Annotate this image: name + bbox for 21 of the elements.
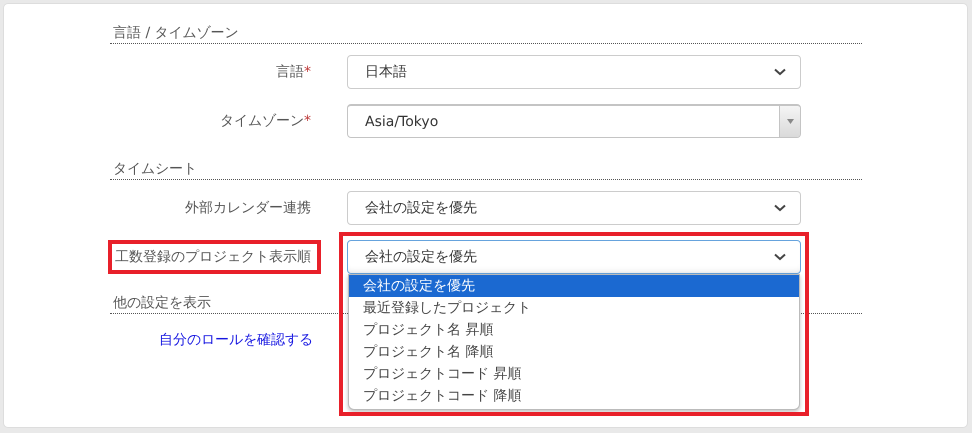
select-field[interactable]: 日本語 bbox=[347, 55, 801, 89]
section-title: 言語 / タイムゾーン bbox=[110, 24, 862, 44]
select-field[interactable]: 会社の設定を優先 bbox=[347, 191, 801, 225]
select-field[interactable]: 会社の設定を優先 bbox=[347, 240, 801, 274]
select-field[interactable]: Asia/Tokyo bbox=[347, 104, 801, 138]
dropdown-option[interactable]: プロジェクトコード 降順 bbox=[349, 385, 799, 407]
dropdown-option[interactable]: プロジェクト名 降順 bbox=[349, 341, 799, 363]
chevron-down-icon bbox=[774, 68, 786, 76]
role-link[interactable]: 自分のロールを確認する bbox=[159, 332, 313, 348]
field-label: タイムゾーン* bbox=[219, 112, 312, 131]
chevron-down-icon bbox=[774, 253, 786, 261]
dropdown-option[interactable]: プロジェクト名 昇順 bbox=[349, 319, 799, 341]
dropdown-option[interactable]: 会社の設定を優先 bbox=[349, 275, 799, 297]
field-label: 外部カレンダー連携 bbox=[184, 199, 312, 218]
field-label: 工数登録のプロジェクト表示順 bbox=[111, 243, 318, 271]
field-label: 言語* bbox=[275, 63, 312, 82]
section-title: タイムシート bbox=[110, 160, 862, 180]
chevron-down-icon bbox=[774, 204, 786, 212]
dropdown-option[interactable]: プロジェクトコード 昇順 bbox=[349, 363, 799, 385]
triangle-down-icon bbox=[786, 119, 794, 124]
dropdown-option[interactable]: 最近登録したプロジェクト bbox=[349, 297, 799, 319]
